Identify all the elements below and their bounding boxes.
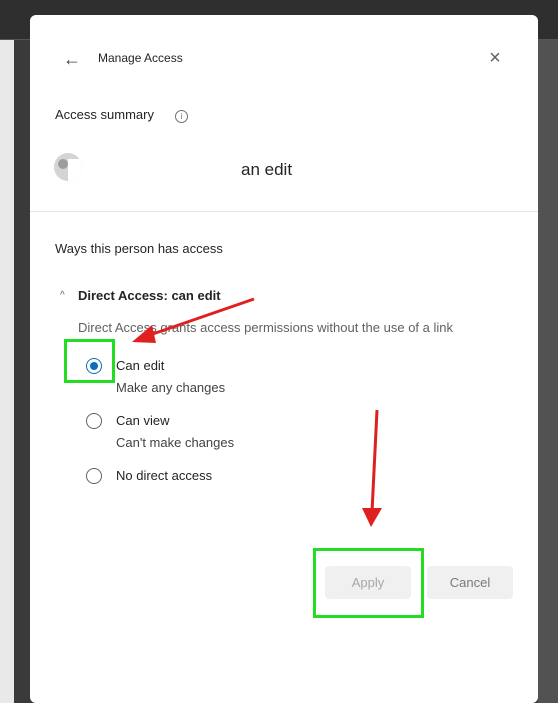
access-summary-label: Access summary [55, 107, 154, 122]
annotation-highlight-apply [313, 548, 424, 618]
direct-access-section-title[interactable]: Direct Access: can edit [78, 288, 221, 303]
back-arrow-icon[interactable]: ← [62, 49, 82, 69]
close-icon[interactable]: × [485, 48, 505, 68]
avatar [54, 153, 82, 181]
divider [30, 211, 538, 212]
radio-no-direct-access[interactable] [86, 468, 102, 484]
annotation-highlight-can-edit [64, 339, 115, 383]
radio-can-view[interactable] [86, 413, 102, 429]
option-sublabel: Can't make changes [116, 435, 235, 450]
dialog-header: ← Manage Access × [30, 15, 538, 105]
option-label: Can view [116, 413, 170, 428]
background-right [538, 40, 558, 703]
person-name: an edit [241, 160, 293, 179]
info-icon[interactable]: i [175, 110, 188, 123]
access-heading: Ways this person has access [55, 241, 223, 256]
background-left [0, 40, 14, 703]
option-label: Can edit [116, 358, 165, 373]
direct-access-description: Direct Access grants access permissions … [78, 320, 453, 335]
option-sublabel: Make any changes [116, 380, 226, 395]
dialog-title: Manage Access [98, 51, 183, 65]
chevron-up-icon[interactable]: ^ [60, 290, 65, 301]
cancel-button[interactable]: Cancel [427, 566, 513, 599]
option-label: No direct access [116, 468, 213, 483]
